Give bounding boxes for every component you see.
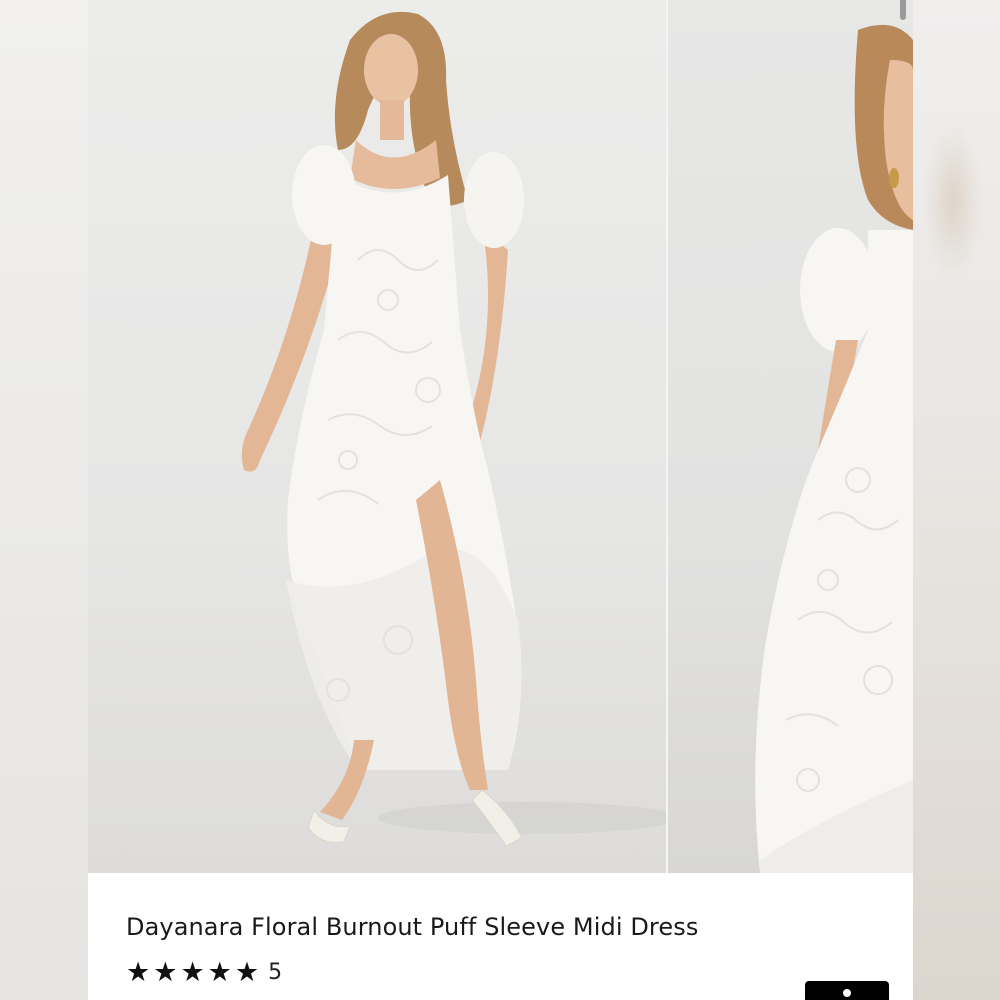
star-icon: ★ xyxy=(126,957,151,988)
star-icon: ★ xyxy=(153,957,178,988)
product-card: Dayanara Floral Burnout Puff Sleeve Midi… xyxy=(88,0,913,1000)
star-icon: ★ xyxy=(207,957,232,988)
blurred-background-right xyxy=(913,0,1000,1000)
model-front-illustration xyxy=(241,11,666,847)
product-rating[interactable]: ★ ★ ★ ★ ★ 5 xyxy=(126,959,282,986)
star-icon: ★ xyxy=(234,957,260,988)
product-photo-side[interactable] xyxy=(668,0,913,873)
blurred-background-left xyxy=(0,0,88,1000)
product-image-carousel[interactable] xyxy=(88,0,913,873)
star-icon: ★ xyxy=(180,957,205,988)
add-to-bag-button[interactable] xyxy=(805,981,889,1000)
product-info: Dayanara Floral Burnout Puff Sleeve Midi… xyxy=(88,873,913,1000)
screen: Dayanara Floral Burnout Puff Sleeve Midi… xyxy=(0,0,1000,1000)
scroll-indicator[interactable] xyxy=(900,0,906,20)
model-side-illustration xyxy=(755,24,913,873)
product-photo-front[interactable] xyxy=(88,0,666,873)
product-title[interactable]: Dayanara Floral Burnout Puff Sleeve Midi… xyxy=(126,913,698,941)
rating-count: 5 xyxy=(268,960,283,985)
bag-icon xyxy=(843,989,851,997)
